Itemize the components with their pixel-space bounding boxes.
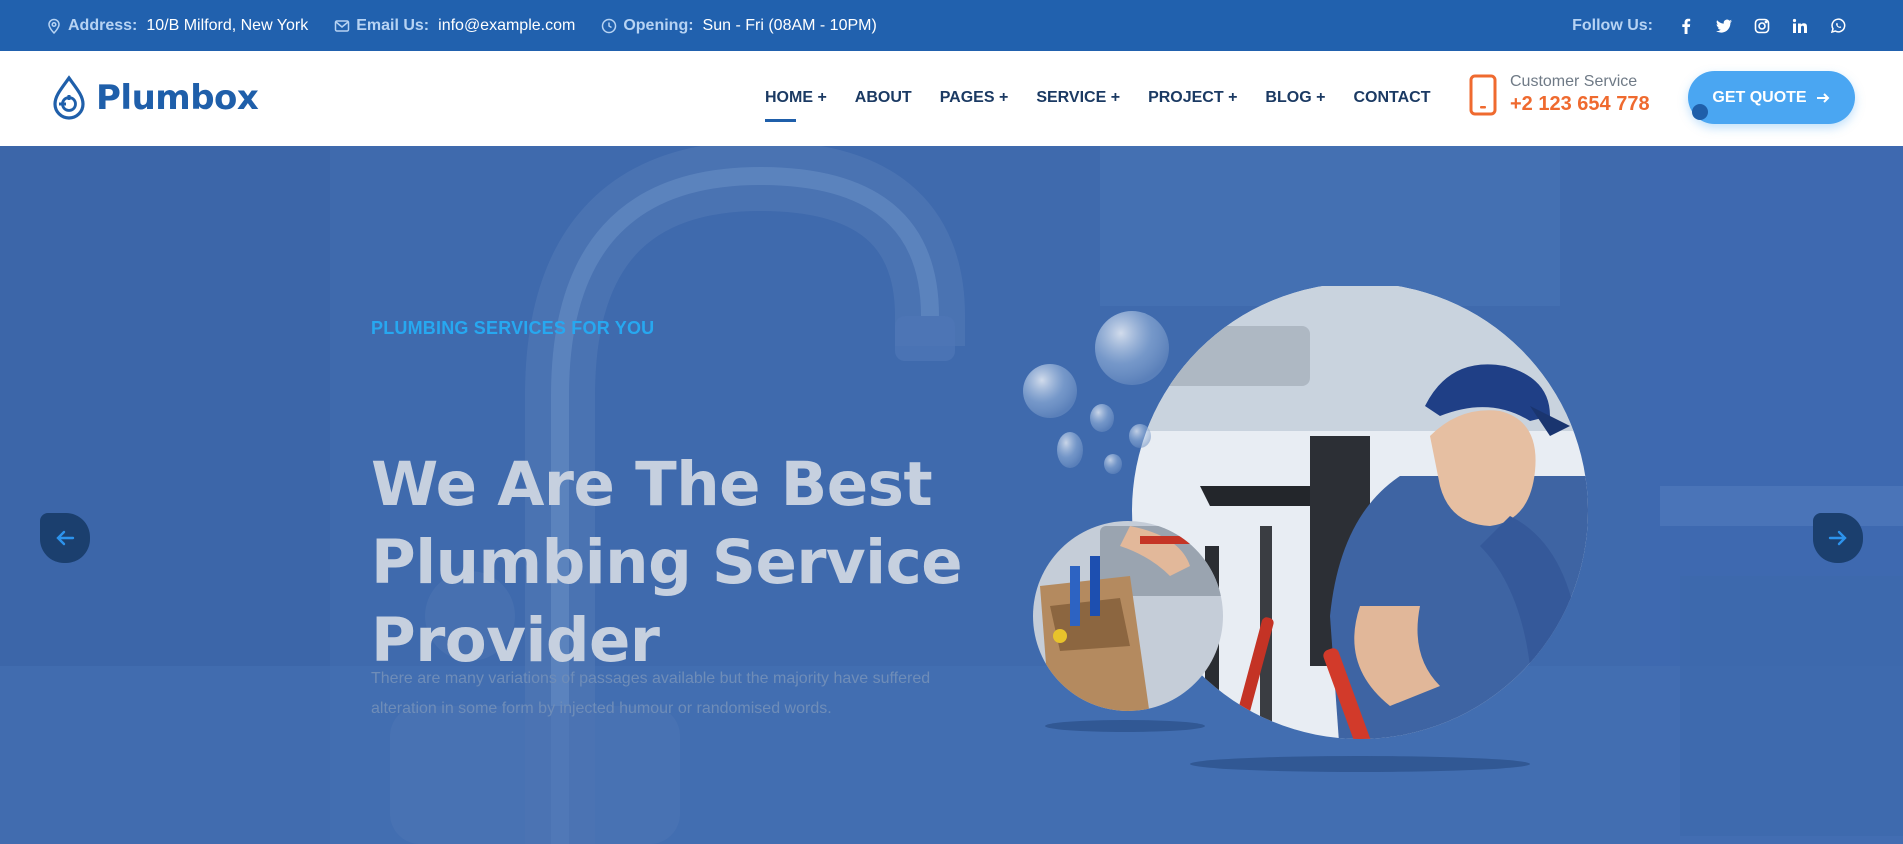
main-nav: HOME + ABOUT PAGES + SERVICE + PROJECT +… (765, 89, 1458, 122)
email-link[interactable]: info@example.com (438, 17, 575, 35)
clock-icon (601, 18, 617, 34)
hero-subtitle: PLUMBING SERVICES FOR YOU (371, 318, 655, 338)
customer-service: Customer Service +2 123 654 778 (1468, 73, 1650, 116)
social-links: Follow Us: (1572, 17, 1857, 35)
main-header: Plumbox HOME + ABOUT PAGES + SERVICE + P… (0, 51, 1903, 146)
nav-item-pages[interactable]: PAGES + (940, 89, 1009, 107)
envelope-icon (334, 18, 350, 34)
linkedin-icon[interactable] (1792, 18, 1808, 34)
top-bar: Address: 10/B Milford, New York Email Us… (0, 0, 1903, 51)
instagram-icon[interactable] (1754, 18, 1770, 34)
button-decor-dot (1692, 104, 1708, 120)
address-value: 10/B Milford, New York (146, 16, 309, 34)
facebook-icon[interactable] (1678, 18, 1694, 34)
email-label: Email Us: (356, 16, 430, 34)
mobile-phone-icon (1469, 74, 1497, 115)
nav-item-blog[interactable]: BLOG + (1265, 89, 1325, 107)
plumber-illustration (1023, 286, 1588, 772)
slider-prev-button[interactable] (40, 513, 90, 563)
arrow-right-icon (1815, 90, 1831, 106)
hero-title: We Are The Best Plumbing Service Provide… (371, 449, 963, 676)
opening-label: Opening: (623, 16, 694, 34)
water-drop-logo-icon (53, 75, 85, 120)
location-pin-icon (46, 18, 62, 34)
hero-description: There are many variations of passages av… (371, 670, 931, 717)
customer-service-label: Customer Service (1510, 73, 1638, 90)
opening-value: Sun - Fri (08AM - 10PM) (702, 16, 877, 34)
email-info: Email Us: info@example.com (334, 17, 575, 35)
nav-item-contact[interactable]: CONTACT (1353, 89, 1430, 107)
address-info: Address: 10/B Milford, New York (46, 17, 308, 35)
get-quote-label: GET QUOTE (1712, 88, 1807, 106)
nav-item-home[interactable]: HOME + (765, 89, 827, 122)
slider-next-button[interactable] (1813, 513, 1863, 563)
opening-info: Opening: Sun - Fri (08AM - 10PM) (601, 16, 877, 35)
logo-text: Plumbox (96, 78, 259, 118)
nav-item-service[interactable]: SERVICE + (1036, 89, 1120, 107)
customer-service-phone[interactable]: +2 123 654 778 (1510, 93, 1650, 116)
twitter-icon[interactable] (1716, 18, 1732, 34)
nav-item-about[interactable]: ABOUT (855, 89, 912, 107)
arrow-left-icon (56, 530, 75, 546)
arrow-right-icon (1828, 530, 1847, 546)
hero-slider: PLUMBING SERVICES FOR YOU We Are The Bes… (0, 146, 1903, 844)
nav-item-project[interactable]: PROJECT + (1148, 89, 1237, 107)
address-label: Address: (68, 16, 138, 34)
whatsapp-icon[interactable] (1830, 17, 1846, 34)
follow-label: Follow Us: (1572, 16, 1653, 34)
get-quote-button[interactable]: GET QUOTE (1688, 71, 1855, 124)
site-logo[interactable]: Plumbox (50, 75, 259, 121)
